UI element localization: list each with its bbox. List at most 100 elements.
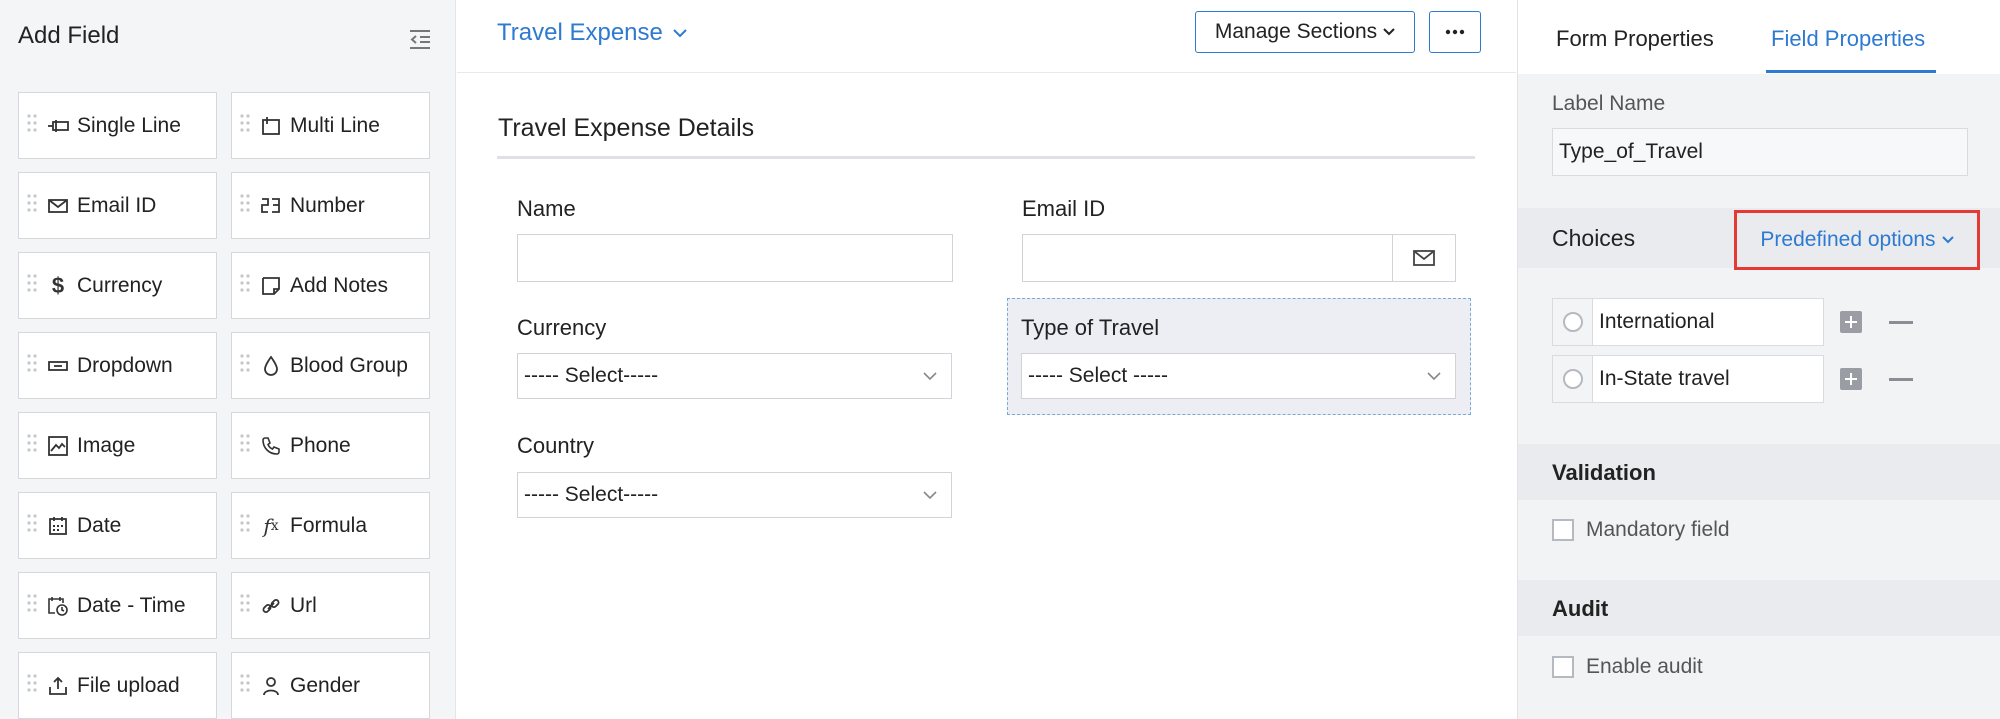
drag-handle-icon[interactable] — [27, 513, 41, 538]
email-label: Email ID — [1022, 196, 1106, 221]
properties-panel: Form Properties Field Properties Label N… — [1517, 0, 2000, 719]
country-select[interactable]: ----- Select----- — [517, 472, 952, 518]
audit-checkbox[interactable] — [1552, 656, 1574, 678]
name-input[interactable] — [517, 234, 953, 282]
upload-icon — [47, 675, 69, 697]
field-tile-multi-line[interactable]: Multi Line — [231, 92, 430, 159]
field-tile-label: Date — [77, 513, 122, 537]
add-choice-icon[interactable] — [1840, 311, 1862, 333]
drag-handle-icon[interactable] — [240, 193, 254, 218]
date-time-icon — [47, 595, 69, 617]
drag-handle-icon[interactable] — [27, 353, 41, 378]
field-tile-date-time[interactable]: Date - Time — [18, 572, 217, 639]
drag-handle-icon[interactable] — [27, 113, 41, 138]
drag-handle-icon[interactable] — [27, 193, 41, 218]
drag-handle-icon[interactable] — [240, 433, 254, 458]
field-tile-image[interactable]: Image — [18, 412, 217, 479]
collapse-panel-icon[interactable] — [408, 28, 432, 50]
form-title-dropdown[interactable]: Travel Expense — [497, 19, 687, 47]
drag-handle-icon[interactable] — [27, 673, 41, 698]
predefined-options-dropdown[interactable]: Predefined options — [1734, 210, 1980, 270]
label-name-input[interactable]: Type_of_Travel — [1552, 128, 1968, 176]
field-tile-label: Number — [290, 193, 365, 217]
field-tile-url[interactable]: Url — [231, 572, 430, 639]
drag-handle-icon[interactable] — [240, 513, 254, 538]
drag-handle-icon[interactable] — [240, 593, 254, 618]
drag-handle-icon[interactable] — [27, 273, 41, 298]
form-title: Travel Expense — [497, 19, 663, 46]
mandatory-field-option[interactable]: Mandatory field — [1552, 518, 1730, 542]
enable-audit-option[interactable]: Enable audit — [1552, 655, 1703, 679]
choice-default-radio[interactable] — [1553, 356, 1593, 402]
type-of-travel-select[interactable]: ----- Select ----- — [1021, 353, 1456, 399]
choice-input[interactable]: International — [1593, 299, 1715, 345]
notes-icon — [260, 275, 282, 297]
dropdown-icon — [47, 355, 69, 377]
remove-choice-icon[interactable] — [1889, 378, 1913, 381]
field-tile-single-line[interactable]: Single Line — [18, 92, 217, 159]
tab-form-properties[interactable]: Form Properties — [1556, 26, 1714, 52]
section-title: Travel Expense Details — [498, 114, 755, 142]
remove-choice-icon[interactable] — [1889, 321, 1913, 324]
audit-header: Audit — [1518, 580, 2000, 636]
person-icon — [260, 675, 282, 697]
field-tile-email[interactable]: Email ID — [18, 172, 217, 239]
chevron-down-icon — [1383, 28, 1395, 36]
formula-icon: fx — [263, 513, 279, 538]
field-tile-currency[interactable]: $ Currency — [18, 252, 217, 319]
field-tile-label: Blood Group — [290, 353, 408, 377]
more-icon — [1445, 29, 1465, 35]
choice-input[interactable]: In-State travel — [1593, 356, 1730, 402]
field-tile-blood-group[interactable]: Blood Group — [231, 332, 430, 399]
mandatory-label: Mandatory field — [1586, 518, 1730, 541]
audit-label: Enable audit — [1586, 655, 1703, 678]
type-of-travel-select-value: ----- Select ----- — [1028, 364, 1168, 387]
add-field-title: Add Field — [18, 22, 120, 49]
currency-select[interactable]: ----- Select----- — [517, 353, 952, 399]
section-divider — [497, 156, 1475, 159]
field-tile-file-upload[interactable]: File upload — [18, 652, 217, 719]
email-icon — [47, 195, 69, 217]
label-name-caption: Label Name — [1552, 92, 1666, 115]
field-tile-label: Dropdown — [77, 353, 173, 377]
country-select-value: ----- Select----- — [524, 483, 659, 506]
field-tile-phone[interactable]: Phone — [231, 412, 430, 479]
field-tile-add-notes[interactable]: Add Notes — [231, 252, 430, 319]
field-tile-label: Date - Time — [77, 593, 186, 617]
tab-field-properties[interactable]: Field Properties — [1771, 26, 1925, 52]
currency-select-value: ----- Select----- — [524, 364, 659, 387]
choice-row: In-State travel — [1552, 355, 1824, 403]
field-tile-dropdown[interactable]: Dropdown — [18, 332, 217, 399]
drag-handle-icon[interactable] — [240, 273, 254, 298]
drag-handle-icon[interactable] — [27, 593, 41, 618]
number-icon — [260, 195, 282, 217]
properties-tabs: Form Properties Field Properties — [1518, 0, 2000, 74]
field-tile-label: Currency — [77, 273, 163, 297]
mandatory-checkbox[interactable] — [1552, 519, 1574, 541]
form-toolbar: Travel Expense Manage Sections — [457, 0, 1516, 73]
field-tile-gender[interactable]: Gender — [231, 652, 430, 719]
more-options-button[interactable] — [1429, 11, 1481, 53]
multi-line-icon — [260, 115, 282, 137]
country-label: Country — [517, 433, 595, 458]
field-tile-label: Single Line — [77, 113, 181, 137]
email-input[interactable] — [1022, 234, 1456, 282]
radio-icon — [1562, 312, 1583, 332]
drag-handle-icon[interactable] — [27, 433, 41, 458]
chevron-down-icon — [923, 491, 937, 499]
manage-sections-button[interactable]: Manage Sections — [1195, 11, 1415, 53]
field-tile-date[interactable]: Date — [18, 492, 217, 559]
validation-title: Validation — [1552, 460, 1656, 485]
choice-default-radio[interactable] — [1553, 299, 1593, 345]
field-tile-formula[interactable]: f x Formula — [231, 492, 430, 559]
field-tile-label: Image — [77, 433, 136, 457]
drag-handle-icon[interactable] — [240, 673, 254, 698]
link-icon — [260, 595, 282, 617]
add-choice-icon[interactable] — [1840, 368, 1862, 390]
drag-handle-icon[interactable] — [240, 113, 254, 138]
name-label: Name — [517, 196, 576, 221]
chevron-down-icon — [1427, 372, 1441, 380]
drag-handle-icon[interactable] — [240, 353, 254, 378]
field-tile-number[interactable]: Number — [231, 172, 430, 239]
audit-title: Audit — [1552, 596, 1609, 621]
